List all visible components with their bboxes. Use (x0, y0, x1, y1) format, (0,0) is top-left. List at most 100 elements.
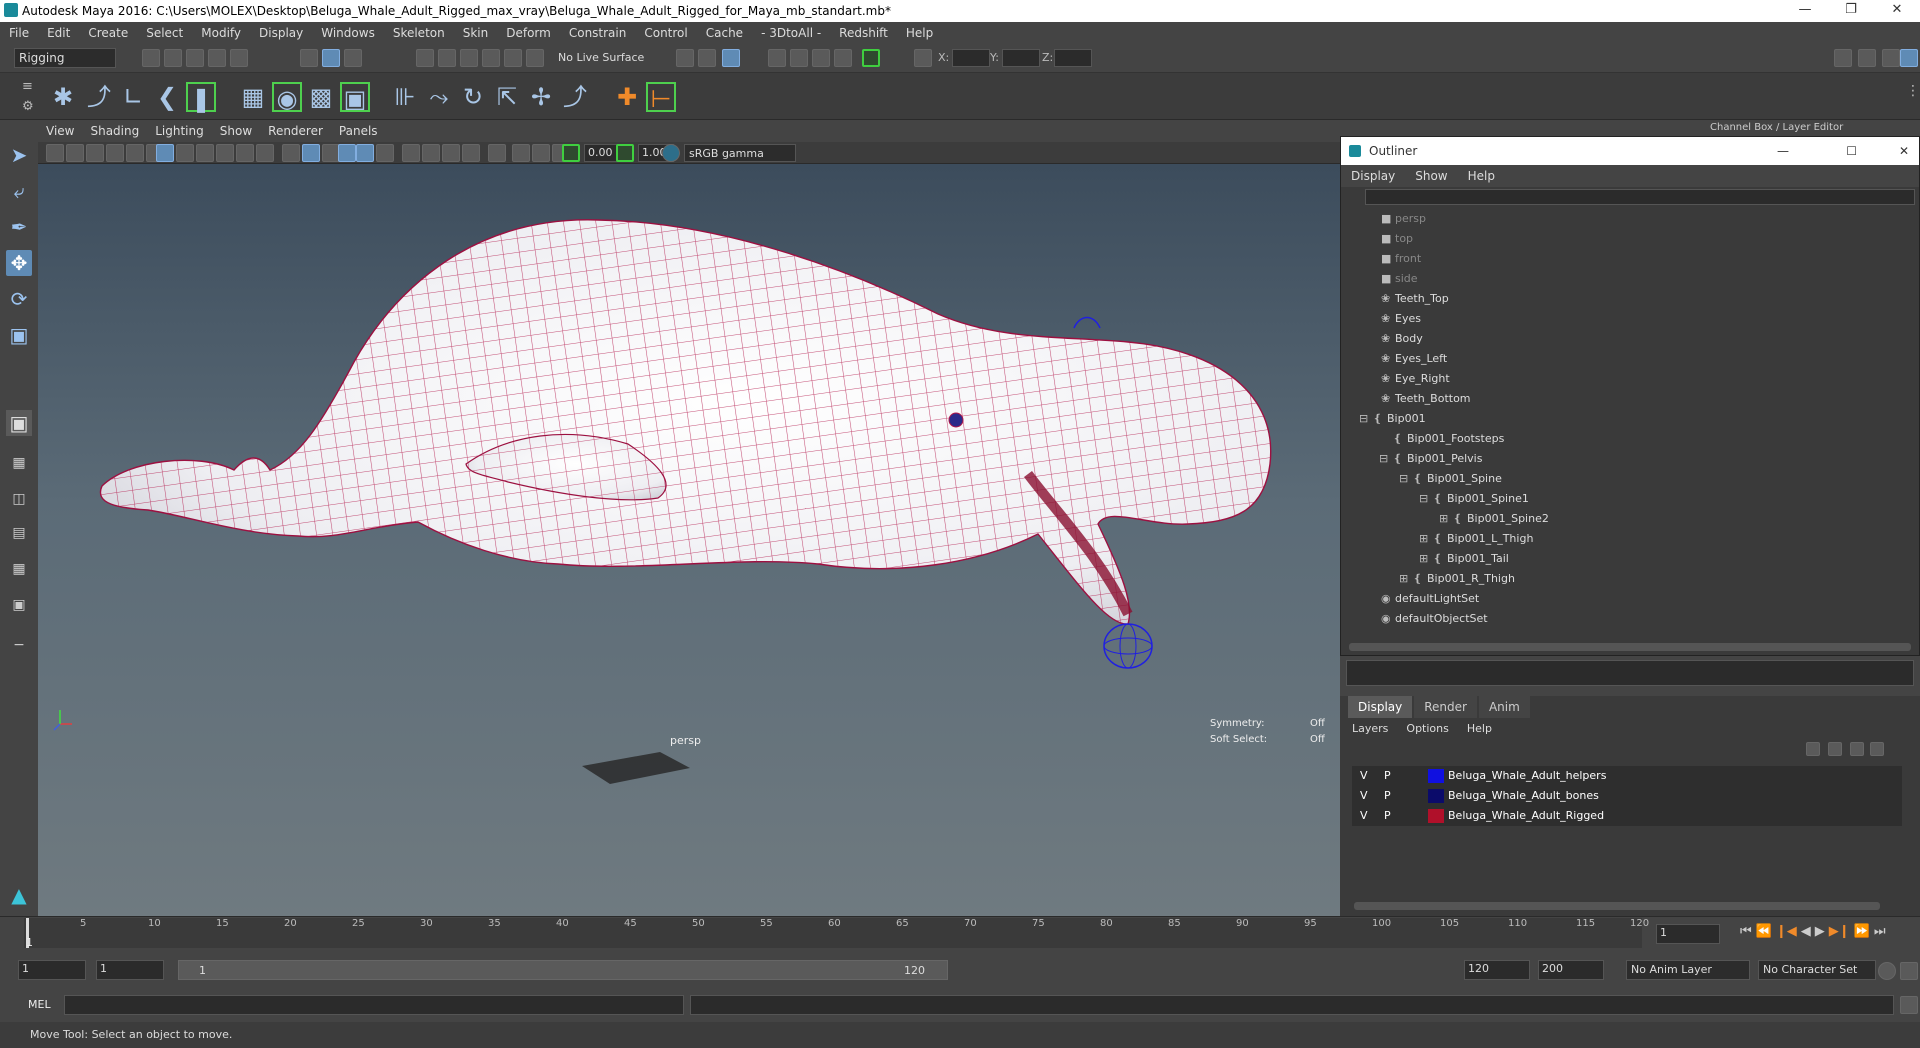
new-layer-selected-icon[interactable] (1870, 742, 1884, 756)
render-frame-icon[interactable] (790, 49, 808, 67)
outliner-item[interactable]: ❀ Eyes_Left (1381, 349, 1447, 369)
image-plane-icon[interactable] (106, 144, 124, 162)
move-layer-up-icon[interactable] (1806, 742, 1820, 756)
tab-render[interactable]: Render (1414, 696, 1477, 718)
grid-toggle-icon[interactable] (156, 144, 174, 162)
film-gate-icon[interactable] (176, 144, 194, 162)
layer-color-swatch[interactable] (1428, 809, 1444, 823)
tab-display[interactable]: Display (1348, 696, 1413, 718)
snap-view-icon[interactable] (482, 49, 500, 67)
outliner-item[interactable]: ■ side (1381, 269, 1418, 289)
move-tool-icon[interactable]: ✥ (6, 250, 32, 276)
outliner-minimize-button[interactable]: — (1777, 137, 1789, 165)
layer-playback-toggle[interactable]: P (1384, 766, 1391, 786)
aim-constraint-icon[interactable]: ⤳ (424, 82, 454, 112)
rigid-bind-icon[interactable]: ◉ (272, 82, 302, 113)
menu-file[interactable]: File (0, 26, 38, 40)
outliner-menu-display[interactable]: Display (1341, 169, 1405, 183)
auto-key-icon[interactable] (1878, 962, 1896, 980)
outliner-item[interactable]: ❀ Body (1381, 329, 1423, 349)
outliner-close-button[interactable]: ✕ (1899, 137, 1909, 165)
minimize-button[interactable]: — (1782, 0, 1828, 22)
outliner-item[interactable]: ⊟ ❴ Bip001_Spine (1399, 469, 1502, 489)
outliner-item[interactable]: ⊞ ❴ Bip001_Tail (1419, 549, 1509, 569)
shelf-settings-icon[interactable]: ⚙ (22, 99, 34, 114)
outliner-item[interactable]: ⊞ ❴ Bip001_Spine2 (1439, 509, 1549, 529)
select-component-icon[interactable] (344, 49, 362, 67)
rotate-tool-icon[interactable]: ⟳ (6, 286, 32, 312)
channel-box-icon[interactable] (1900, 49, 1918, 67)
range-start-field[interactable]: 1 (18, 960, 86, 980)
layout-icon-a[interactable]: ▦ (6, 556, 32, 582)
outliner-item[interactable]: ⊞ ❴ Bip001_L_Thigh (1419, 529, 1533, 549)
step-back-key-icon[interactable]: ❙◀ (1776, 924, 1797, 944)
gamma-icon[interactable] (616, 144, 634, 162)
anim-preferences-icon[interactable] (1900, 962, 1918, 980)
menu-skeleton[interactable]: Skeleton (384, 26, 454, 40)
insert-joint-icon[interactable]: ❮ (152, 82, 182, 112)
play-forward-icon[interactable]: ▶ (1815, 924, 1825, 944)
vp-menu-shading[interactable]: Shading (82, 124, 147, 138)
open-scene-icon[interactable] (164, 49, 182, 67)
menu-edit[interactable]: Edit (38, 26, 79, 40)
new-layer-icon[interactable] (1850, 742, 1864, 756)
anti-aliasing-icon[interactable] (462, 144, 480, 162)
paint-select-icon[interactable]: ✒ (6, 214, 32, 240)
range-slider[interactable]: 1 120 (178, 960, 948, 980)
xray-joints-icon[interactable] (532, 144, 550, 162)
hik-icon[interactable]: ⊢ (646, 82, 676, 113)
layer-visibility-toggle[interactable]: V (1360, 766, 1368, 786)
layer-menu-layers[interactable]: Layers (1352, 722, 1388, 735)
channel-box-field[interactable] (1346, 660, 1914, 686)
beluga-whale-wireframe[interactable] (38, 164, 1340, 916)
layer-row[interactable]: V P Beluga_Whale_Adult_helpers (1352, 766, 1902, 786)
gate-mask-icon[interactable] (216, 144, 234, 162)
hypershade-icon[interactable] (862, 49, 880, 67)
vp-menu-show[interactable]: Show (212, 124, 260, 138)
rig-control-jaw[interactable] (1103, 623, 1153, 669)
menu-help[interactable]: Help (897, 26, 942, 40)
safe-action-icon[interactable] (256, 144, 274, 162)
shelf-scroll-icon[interactable]: ⋮ (1906, 83, 1920, 99)
shadows-icon[interactable] (402, 144, 420, 162)
single-perspective-icon[interactable]: ▣ (6, 410, 32, 436)
menu-modify[interactable]: Modify (192, 26, 250, 40)
rig-control-head[interactable] (1073, 316, 1101, 329)
outliner-search-input[interactable] (1365, 189, 1915, 205)
pole-vector-icon[interactable]: ⤴ (560, 82, 590, 112)
layer-menu-help[interactable]: Help (1467, 722, 1492, 735)
output-ops-icon[interactable] (698, 49, 716, 67)
layer-color-swatch[interactable] (1428, 769, 1444, 783)
outliner-item[interactable]: ◉ defaultLightSet (1381, 589, 1479, 609)
collapse-icon[interactable]: ⊟ (1379, 449, 1393, 469)
parent-constraint-icon[interactable]: ✢ (526, 82, 556, 112)
outliner-item[interactable]: ⊟ ❴ Bip001_Spine1 (1419, 489, 1529, 509)
outliner-menu-help[interactable]: Help (1458, 169, 1505, 183)
isolate-select-icon[interactable] (488, 144, 506, 162)
playback-end-field[interactable]: 120 (1464, 960, 1530, 980)
snap-surface-icon[interactable] (504, 49, 522, 67)
time-ruler[interactable]: 5 10 15 20 25 30 35 40 45 50 55 60 65 70… (24, 918, 1649, 948)
outliner-item[interactable]: ⊟ ❴ Bip001_Pelvis (1379, 449, 1482, 469)
expand-icon[interactable]: ⊞ (1419, 529, 1433, 549)
motion-blur-icon[interactable] (442, 144, 460, 162)
persp-graph-icon[interactable]: ▤ (6, 520, 32, 546)
shelf-tabs-icon[interactable]: ≡ (22, 79, 33, 94)
redo-icon[interactable] (230, 49, 248, 67)
vp-menu-renderer[interactable]: Renderer (260, 124, 331, 138)
undo-icon[interactable] (208, 49, 226, 67)
collapse-icon[interactable]: ⊟ (1399, 469, 1413, 489)
go-to-end-icon[interactable]: ⏭ (1874, 924, 1886, 944)
scale-tool-icon[interactable]: ▣ (6, 322, 32, 348)
move-layer-down-icon[interactable] (1828, 742, 1842, 756)
tool-settings-icon[interactable] (1882, 49, 1900, 67)
layer-playback-toggle[interactable]: P (1384, 786, 1391, 806)
view-transform-dropdown[interactable]: sRGB gamma (684, 144, 796, 162)
textured-icon[interactable] (356, 144, 374, 162)
field-chart-icon[interactable] (236, 144, 254, 162)
current-frame-field[interactable]: 1 (1656, 924, 1720, 944)
collapse-icon[interactable]: ⊟ (1419, 489, 1433, 509)
z-field[interactable] (1054, 49, 1092, 67)
layer-playback-toggle[interactable]: P (1384, 806, 1391, 826)
layer-row[interactable]: V P Beluga_Whale_Adult_Rigged (1352, 806, 1902, 826)
